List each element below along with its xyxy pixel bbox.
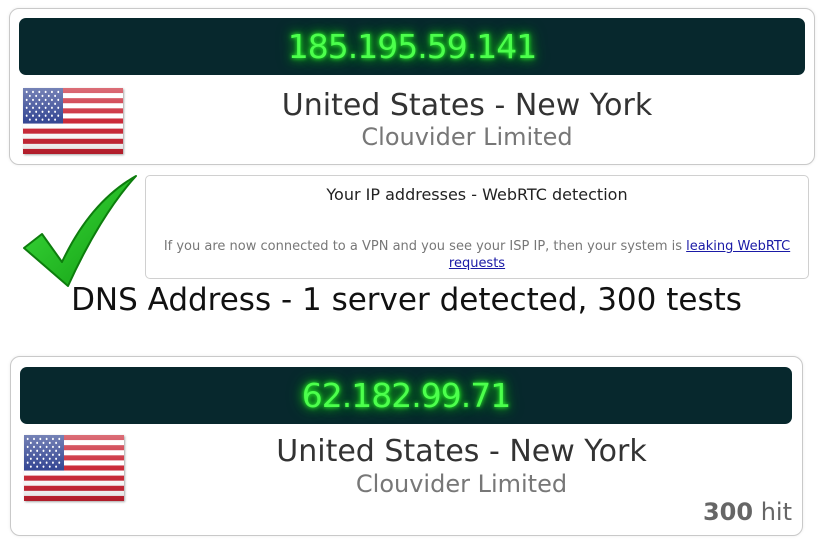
webrtc-title: Your IP addresses - WebRTC detection [326,185,628,204]
webrtc-message: If you are now connected to a VPN and yo… [152,238,802,272]
dns-isp: Clouvider Limited [355,470,568,498]
webrtc-message-text: If you are now connected to a VPN and yo… [163,239,687,254]
webrtc-detection-card: Your IP addresses - WebRTC detection If … [145,175,809,279]
dns-server-card: 62.182.99.71 United States - New York Cl… [10,356,803,536]
hit-count-label: hit [760,498,792,526]
ip-result-card: 185.195.59.141 United States - New York … [9,8,815,165]
hit-count-value: 300 [702,498,754,526]
dns-location: United States - New York [276,434,647,469]
ip-address-display: 185.195.59.141 [19,18,805,75]
ip-isp: Clouvider Limited [361,123,573,151]
ip-location: United States - New York [281,88,653,123]
check-icon [23,175,137,287]
dns-ip-display: 62.182.99.71 [20,367,792,424]
dns-heading: DNS Address - 1 server detected, 300 tes… [71,282,742,318]
hit-count: 300 hit [703,498,792,526]
